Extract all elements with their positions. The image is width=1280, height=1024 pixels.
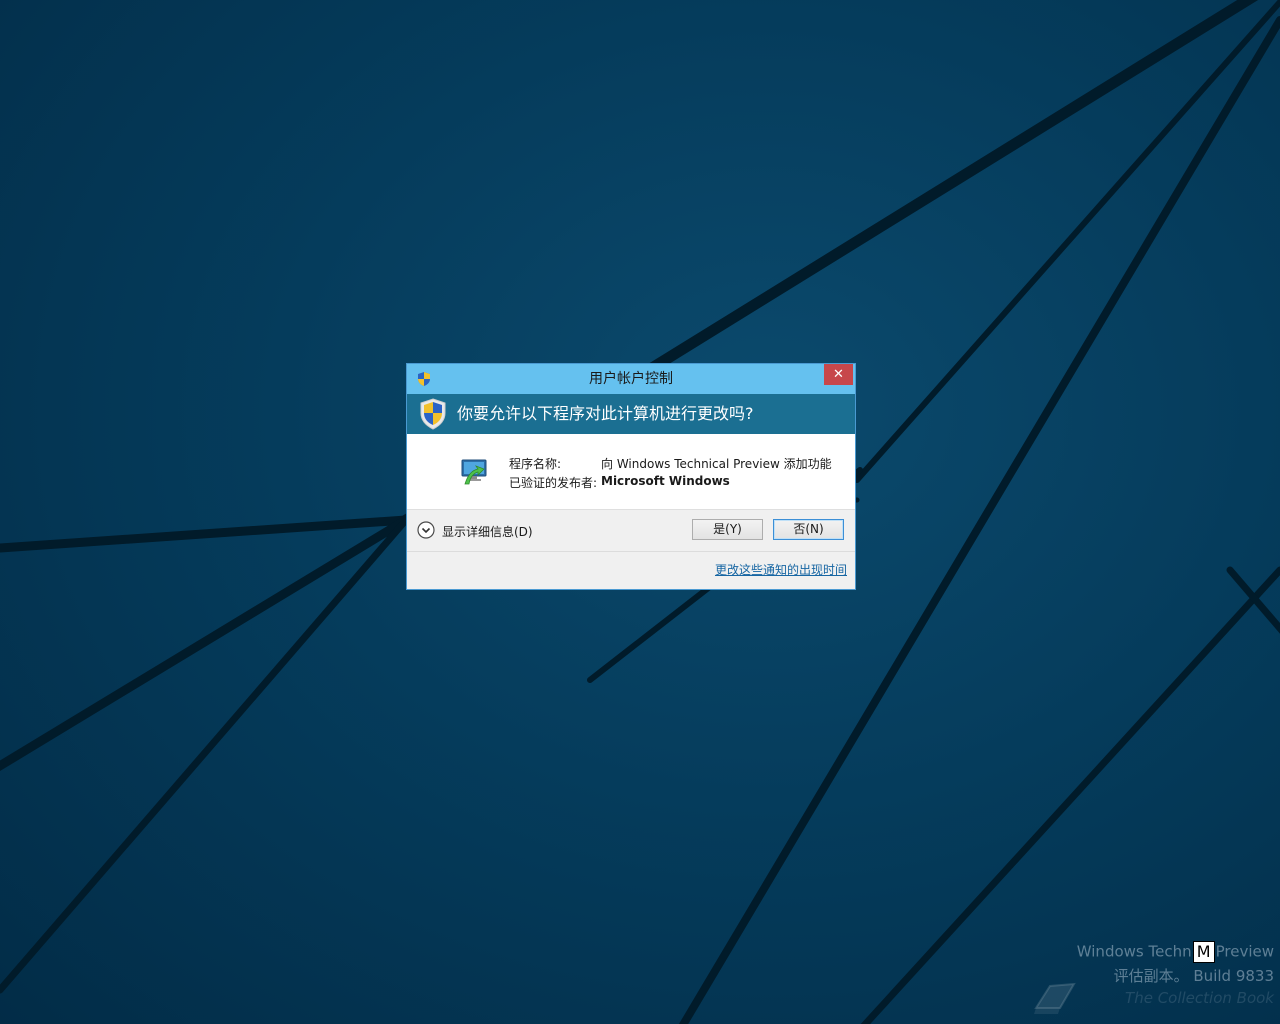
wallpaper-line [0, 515, 411, 553]
add-features-monitor-icon [461, 459, 487, 485]
close-button[interactable]: ✕ [824, 364, 853, 385]
yes-button[interactable]: 是(Y) [692, 519, 763, 540]
chevron-down-circle-icon[interactable] [417, 521, 435, 539]
watermark-edition: Windows Techn M Preview [1077, 941, 1274, 963]
title-bar[interactable]: 用户帐户控制 ✕ [407, 364, 855, 394]
no-button[interactable]: 否(N) [773, 519, 844, 540]
change-notification-settings-link[interactable]: 更改这些通知的出现时间 [715, 561, 847, 578]
text-cursor-icon: M [1192, 941, 1215, 963]
program-info: 程序名称: 向 Windows Technical Preview 添加功能 已… [407, 434, 855, 510]
dialog-title: 用户帐户控制 [589, 371, 673, 387]
show-details-toggle[interactable]: 显示详细信息(D) [442, 523, 533, 540]
publisher-label: 已验证的发布者: [509, 476, 598, 490]
program-name-label: 程序名称: [509, 457, 562, 471]
wallpaper-line [0, 516, 410, 994]
book-icon [1034, 982, 1076, 1014]
program-name-value: 向 Windows Technical Preview 添加功能 [601, 457, 832, 471]
wallpaper-line [854, 0, 1280, 483]
watermark-text: Windows Techn [1076, 942, 1192, 961]
wallpaper-line [0, 515, 411, 772]
publisher-value: Microsoft Windows [601, 474, 730, 488]
question-text: 你要允许以下程序对此计算机进行更改吗? [457, 404, 754, 423]
question-header: 你要允许以下程序对此计算机进行更改吗? [407, 394, 855, 434]
watermark-build: 评估副本。 Build 9833 [1113, 967, 1274, 985]
watermark-collection: The Collection Book [1125, 989, 1274, 1007]
watermark-text: Preview [1215, 942, 1274, 961]
uac-shield-icon [420, 398, 446, 430]
uac-dialog: 用户帐户控制 ✕ 你要允许以下程序对此计算机进行更改吗? 程序名称: 向 Win… [406, 363, 856, 590]
